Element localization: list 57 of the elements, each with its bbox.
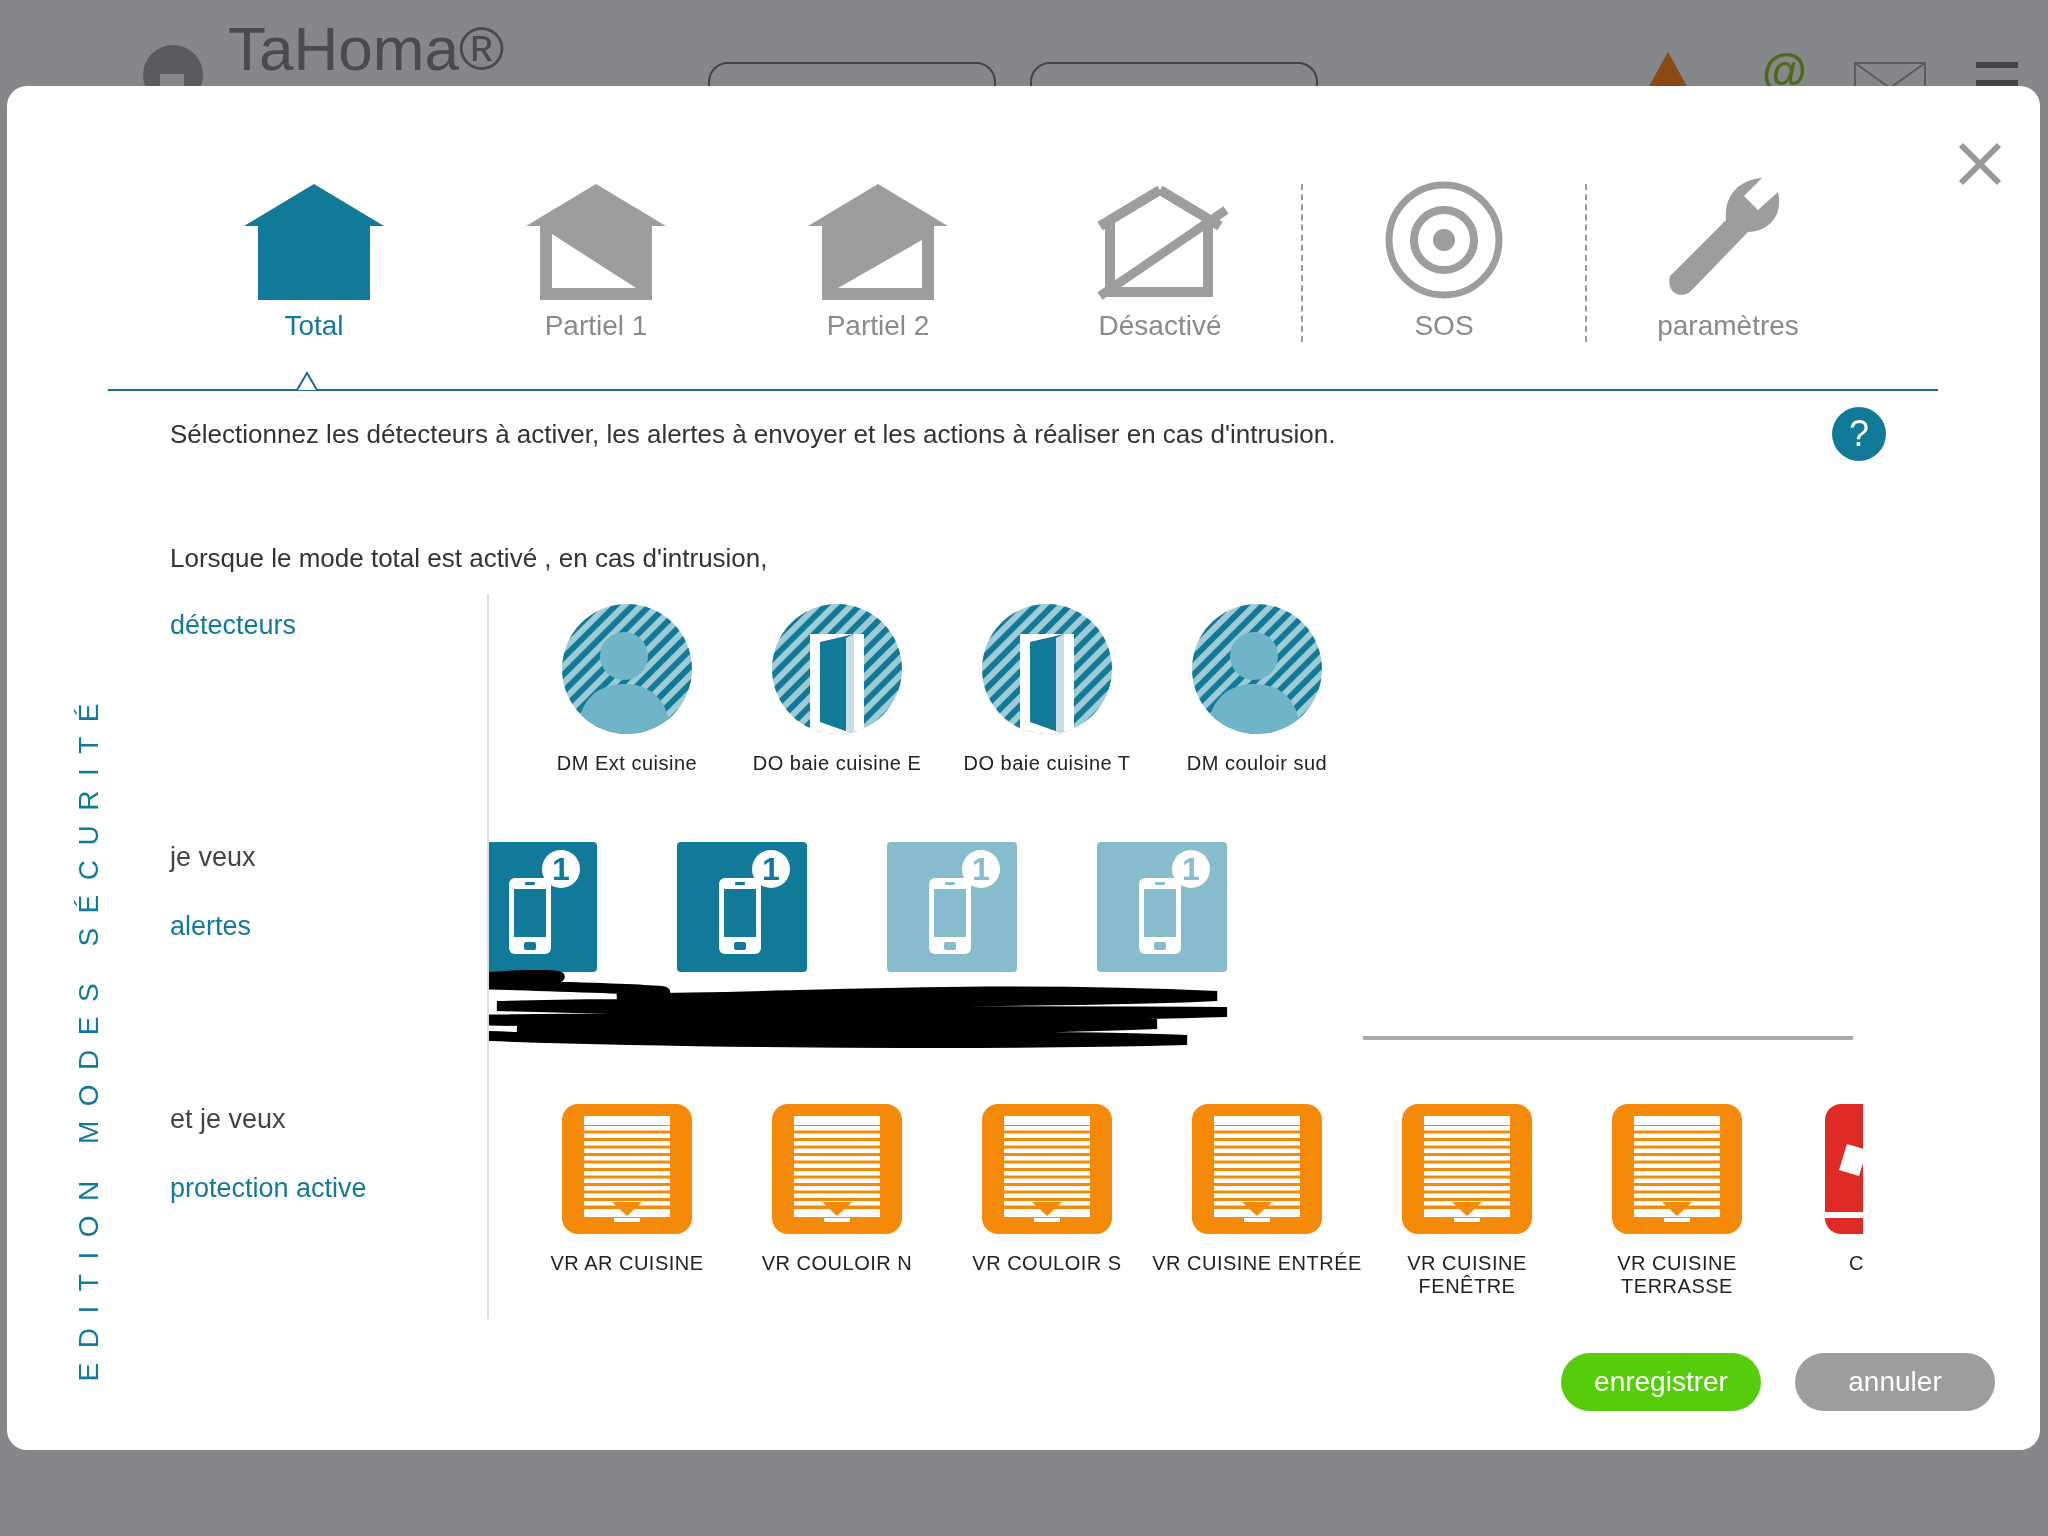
count-badge: 1: [962, 850, 1000, 888]
mode-tab[interactable]: Total: [244, 178, 384, 342]
device-name: VR AR CUISINE: [550, 1252, 704, 1275]
smartphone-icon: [927, 876, 973, 956]
instruction-text: Sélectionnez les détecteurs à activer, les alertes à envoyer et les actions à réaliser en cas d'intrusion.: [170, 418, 1336, 450]
phone-alert-tile[interactable]: 1: [677, 842, 807, 972]
device-name: VR COULOIR N: [761, 1252, 913, 1275]
section-lead: et je veux: [170, 1104, 287, 1135]
device-name: VR CUISINE TERRASSE: [1616, 1252, 1738, 1298]
device-name: VR COULOIR S: [972, 1252, 1122, 1275]
smartphone-icon: [507, 876, 553, 956]
cancel-button[interactable]: annuler: [1795, 1353, 1995, 1411]
phone-alert-tile[interactable]: 1: [1097, 842, 1227, 972]
device-name: C: [1849, 1252, 1864, 1275]
app-logo: TaHoma®: [228, 18, 505, 80]
roller-shutter-icon[interactable]: [1612, 1104, 1742, 1234]
motion-sensor-icon[interactable]: [1192, 604, 1322, 734]
side-title: EDITION MODES SÉCURITÉ: [72, 688, 105, 1381]
intro-text: Lorsque le mode total est activé , en cas d'intrusion,: [170, 543, 769, 574]
device-name: DO baie cuisine T: [963, 752, 1131, 775]
phone-alert-tile[interactable]: 1: [489, 842, 597, 972]
house-icon: [526, 184, 666, 300]
count-badge: 1: [1172, 850, 1210, 888]
device-name: DM Ext cuisine: [556, 752, 698, 775]
device-name: VR CUISINE ENTRÉE: [1152, 1252, 1362, 1275]
roller-shutter-icon[interactable]: [982, 1104, 1112, 1234]
section-label: alertes: [170, 911, 253, 942]
roller-shutter-icon[interactable]: [562, 1104, 692, 1234]
count-badge: 1: [752, 850, 790, 888]
motion-sensor-icon[interactable]: [562, 604, 692, 734]
roller-shutter-icon[interactable]: [772, 1104, 902, 1234]
device-name: DO baie cuisine E: [752, 752, 922, 775]
door-sensor-icon[interactable]: [982, 604, 1112, 734]
close-icon: [1958, 142, 2002, 186]
mode-tab[interactable]: Désactivé: [1090, 178, 1230, 342]
save-button[interactable]: enregistrer: [1561, 1353, 1761, 1411]
mode-tab[interactable]: SOS: [1384, 178, 1504, 342]
count-badge: 1: [542, 850, 580, 888]
roller-shutter-icon[interactable]: [1402, 1104, 1532, 1234]
device-icon[interactable]: [1825, 1104, 1863, 1234]
section-label: détecteurs: [170, 610, 298, 641]
mode-tab[interactable]: paramètres: [1657, 178, 1799, 342]
mode-tab[interactable]: Partiel 2: [808, 178, 948, 342]
smartphone-icon: [717, 876, 763, 956]
house-icon: [808, 184, 948, 300]
device-name: DM couloir sud: [1186, 752, 1328, 775]
house-icon: [244, 184, 384, 300]
device-name: VR CUISINE FENÊTRE: [1406, 1252, 1528, 1298]
help-button[interactable]: ?: [1832, 407, 1886, 461]
section-label: protection active: [170, 1173, 368, 1204]
phone-alert-tile[interactable]: 1: [887, 842, 1017, 972]
door-sensor-icon[interactable]: [772, 604, 902, 734]
roller-shutter-icon[interactable]: [1192, 1104, 1322, 1234]
section-lead: je veux: [170, 842, 257, 873]
mode-tab[interactable]: Partiel 1: [526, 178, 666, 342]
target-icon: [1384, 180, 1504, 300]
smartphone-icon: [1137, 876, 1183, 956]
